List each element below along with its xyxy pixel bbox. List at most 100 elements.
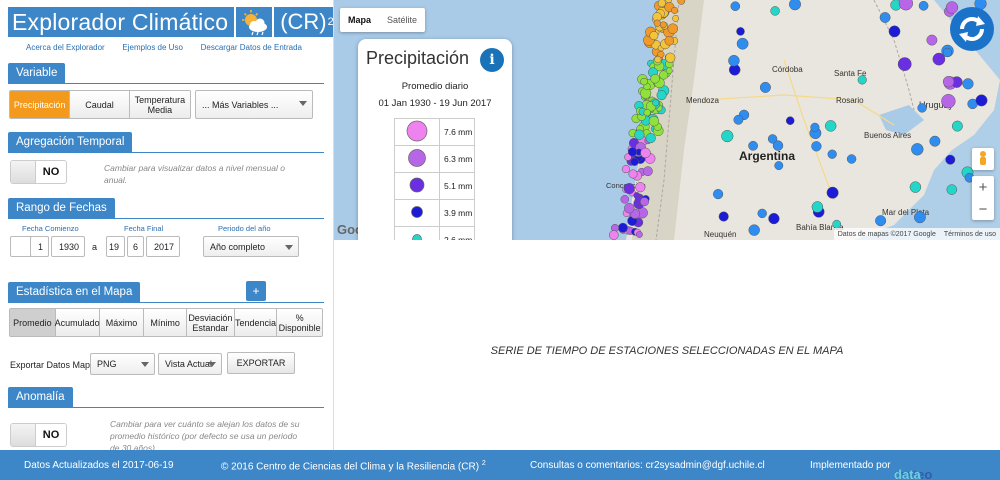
station-marker[interactable]: [875, 215, 887, 227]
start-year-input[interactable]: 1930: [51, 236, 85, 257]
station-marker[interactable]: [811, 141, 822, 152]
station-marker[interactable]: [624, 202, 635, 214]
variable-caudal-button[interactable]: Caudal: [70, 91, 130, 118]
station-marker[interactable]: [770, 6, 780, 16]
export-format-select[interactable]: PNG: [90, 353, 155, 375]
station-marker[interactable]: [652, 99, 660, 107]
station-marker[interactable]: [917, 103, 927, 113]
zoom-in-button[interactable]: +: [972, 176, 994, 198]
station-marker[interactable]: [650, 73, 660, 84]
station-marker[interactable]: [671, 6, 679, 14]
export-button[interactable]: EXPORTAR: [227, 352, 295, 374]
station-marker[interactable]: [929, 135, 941, 147]
station-marker[interactable]: [888, 25, 901, 38]
terms-link[interactable]: Términos de uso: [944, 231, 996, 238]
station-marker[interactable]: [789, 0, 801, 11]
map-type-satelite-button[interactable]: Satélite: [379, 8, 425, 32]
anomaly-toggle[interactable]: NO: [10, 423, 67, 447]
station-marker[interactable]: [620, 195, 630, 204]
stat-maximo-button[interactable]: Máximo: [99, 309, 145, 336]
station-marker[interactable]: [634, 129, 645, 140]
station-marker[interactable]: [846, 154, 857, 164]
station-marker[interactable]: [636, 231, 643, 238]
station-marker[interactable]: [926, 34, 938, 46]
station-marker[interactable]: [654, 55, 662, 64]
station-marker[interactable]: [898, 0, 914, 11]
stat-minimo-button[interactable]: Mínimo: [144, 309, 188, 336]
station-marker[interactable]: [664, 36, 675, 46]
end-year-input[interactable]: 2017: [146, 236, 180, 257]
station-marker[interactable]: [733, 114, 744, 125]
station-marker[interactable]: [810, 122, 820, 132]
export-view-select[interactable]: Vista Actual: [158, 353, 222, 375]
station-marker[interactable]: [665, 52, 676, 63]
station-marker[interactable]: [643, 108, 651, 117]
station-marker[interactable]: [962, 78, 974, 90]
info-icon[interactable]: i: [480, 48, 504, 72]
station-marker[interactable]: [824, 120, 837, 132]
station-marker[interactable]: [630, 157, 639, 166]
station-marker[interactable]: [827, 149, 837, 159]
station-marker[interactable]: [645, 133, 656, 144]
end-day-input[interactable]: 19: [106, 236, 125, 257]
station-marker[interactable]: [659, 21, 667, 29]
station-marker[interactable]: [811, 201, 824, 213]
stat-tendencia-button[interactable]: Tendencia: [234, 309, 278, 336]
station-marker[interactable]: [665, 67, 673, 75]
station-marker[interactable]: [718, 211, 729, 222]
start-month-input[interactable]: 1: [30, 236, 49, 257]
station-marker[interactable]: [748, 224, 760, 236]
station-marker[interactable]: [897, 57, 912, 71]
station-marker[interactable]: [975, 94, 988, 107]
stat-disponible-button[interactable]: % Disponible: [277, 309, 322, 336]
street-view-pegman-icon[interactable]: [972, 148, 994, 170]
station-marker[interactable]: [826, 186, 839, 199]
link-download[interactable]: Descargar Datos de Entrada: [201, 43, 302, 52]
station-marker[interactable]: [748, 140, 758, 151]
station-marker[interactable]: [759, 81, 771, 93]
station-marker[interactable]: [736, 37, 749, 50]
station-marker[interactable]: [757, 208, 767, 219]
station-marker[interactable]: [621, 165, 630, 174]
station-marker[interactable]: [635, 182, 646, 193]
station-marker[interactable]: [617, 222, 628, 233]
zoom-out-button[interactable]: −: [972, 198, 994, 220]
end-month-input[interactable]: 6: [127, 236, 144, 257]
station-marker[interactable]: [656, 90, 667, 101]
station-marker[interactable]: [639, 197, 650, 207]
station-marker[interactable]: [774, 161, 784, 171]
station-marker[interactable]: [736, 27, 745, 36]
station-marker[interactable]: [640, 77, 648, 86]
station-marker[interactable]: [643, 166, 653, 177]
footer-contact[interactable]: Consultas o comentarios: cr2sysadmin@dgf…: [530, 460, 765, 471]
station-marker[interactable]: [653, 19, 661, 27]
station-marker[interactable]: [640, 147, 651, 159]
more-variables-select[interactable]: ... Más Variables ...: [195, 90, 313, 119]
station-marker[interactable]: [667, 23, 679, 34]
station-marker[interactable]: [672, 15, 680, 22]
station-marker[interactable]: [608, 230, 619, 240]
variable-temperatura-button[interactable]: Temperatura Media: [129, 91, 190, 118]
link-about[interactable]: Acerca del Explorador: [26, 43, 105, 52]
station-marker[interactable]: [627, 147, 638, 157]
station-marker[interactable]: [785, 116, 795, 125]
aggregation-toggle[interactable]: NO: [10, 160, 67, 184]
station-marker[interactable]: [648, 116, 660, 127]
station-marker[interactable]: [951, 120, 963, 132]
station-marker[interactable]: [649, 31, 659, 41]
station-marker[interactable]: [857, 75, 867, 85]
station-marker[interactable]: [657, 0, 666, 8]
stat-desviacion-button[interactable]: Desviación Estandar: [187, 309, 235, 336]
refresh-icon[interactable]: [950, 7, 994, 51]
stat-acumulado-button[interactable]: Acumulado: [55, 309, 100, 336]
station-marker[interactable]: [914, 211, 926, 224]
station-marker[interactable]: [941, 94, 956, 109]
station-marker[interactable]: [909, 181, 922, 193]
station-marker[interactable]: [623, 183, 635, 195]
map-type-mapa-button[interactable]: Mapa: [340, 8, 379, 32]
station-marker[interactable]: [946, 184, 958, 195]
station-marker[interactable]: [768, 212, 780, 225]
station-marker[interactable]: [918, 0, 929, 11]
station-marker[interactable]: [772, 140, 784, 151]
map-view[interactable]: Córdoba Santa Fe Mendoza Rosario Uruguay…: [334, 0, 1000, 240]
